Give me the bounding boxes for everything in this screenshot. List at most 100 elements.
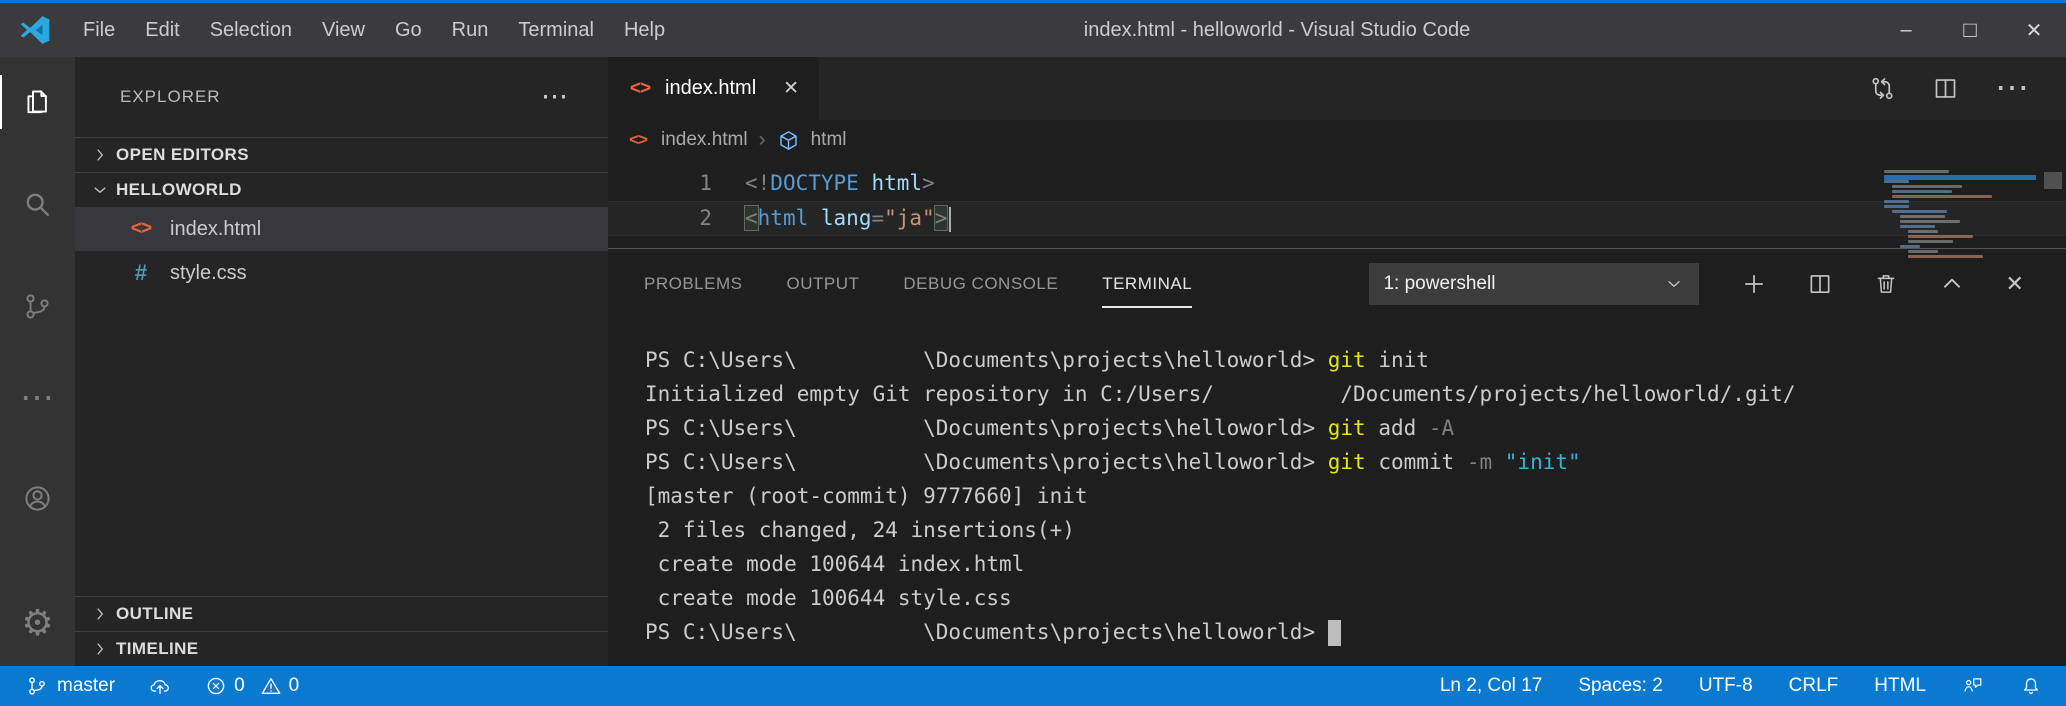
menu-file[interactable]: File xyxy=(68,3,130,57)
kill-terminal-icon[interactable] xyxy=(1873,271,1899,297)
title-bar: FileEditSelectionViewGoRunTerminalHelp i… xyxy=(0,3,2066,57)
status-encoding[interactable]: UTF-8 xyxy=(1699,675,1753,697)
terminal-text: Initialized empty Git repository in C:/U… xyxy=(645,382,1796,406)
status-label: master xyxy=(57,675,115,697)
status-notifications[interactable] xyxy=(2020,675,2042,697)
vscode-logo xyxy=(18,13,52,47)
window-controls: – □ ✕ xyxy=(1874,3,2066,57)
panel-tab-output[interactable]: OUTPUT xyxy=(786,249,859,319)
code-token: > xyxy=(922,171,935,195)
split-terminal-icon[interactable] xyxy=(1807,271,1833,297)
minimap-line-segment xyxy=(1884,205,1909,208)
status-feedback[interactable] xyxy=(1962,675,1984,697)
menu-help[interactable]: Help xyxy=(609,3,680,57)
close-panel-icon[interactable]: ✕ xyxy=(2005,273,2024,295)
editor-actions: ⋯ xyxy=(1869,57,2066,120)
status-label: HTML xyxy=(1874,675,1926,697)
activity-explorer[interactable] xyxy=(0,71,75,133)
editor-scrollbar-thumb[interactable] xyxy=(2044,172,2062,189)
open-changes-icon[interactable] xyxy=(1869,75,1896,102)
close-tab-icon[interactable]: ✕ xyxy=(783,77,799,100)
section-timeline[interactable]: TIMELINE xyxy=(75,631,608,666)
terminal-text: -A xyxy=(1429,416,1454,440)
editor-cursor xyxy=(949,207,951,232)
file-index-html[interactable]: <>index.html xyxy=(75,207,608,251)
status-cursor-position[interactable]: Ln 2, Col 17 xyxy=(1440,675,1542,697)
panel-tab-terminal[interactable]: TERMINAL xyxy=(1102,249,1192,319)
activity-more-actions[interactable]: ⋯ xyxy=(0,377,75,421)
menu-selection[interactable]: Selection xyxy=(195,3,307,57)
window-minimize-button[interactable]: – xyxy=(1874,3,1938,57)
code-line-2: 2<html lang="ja"> xyxy=(608,201,2066,236)
status-eol[interactable]: CRLF xyxy=(1789,675,1839,697)
section-outline[interactable]: OUTLINE xyxy=(75,596,608,631)
terminal-text: git xyxy=(1328,450,1366,474)
menu-terminal[interactable]: Terminal xyxy=(503,3,609,57)
activity-settings[interactable]: ⚙ xyxy=(0,592,75,654)
section-open-editors[interactable]: OPEN EDITORS xyxy=(75,137,608,172)
html-file-icon: <> xyxy=(626,130,650,150)
accounts-icon xyxy=(22,483,53,514)
menu-edit[interactable]: Edit xyxy=(130,3,194,57)
activity-accounts[interactable] xyxy=(0,467,75,529)
status-label: Ln 2, Col 17 xyxy=(1440,675,1542,697)
window-maximize-button[interactable]: □ xyxy=(1938,3,2002,57)
split-editor-icon[interactable] xyxy=(1932,75,1959,102)
terminal-text: create mode 100644 index.html xyxy=(645,552,1024,576)
breadcrumb-item-index-html[interactable]: index.html xyxy=(661,129,748,151)
window-close-icon: ✕ xyxy=(2026,18,2043,43)
menu-run[interactable]: Run xyxy=(437,3,504,57)
panel-tab-problems[interactable]: PROBLEMS xyxy=(644,249,742,319)
error-icon xyxy=(205,675,227,697)
window-minimize-icon: – xyxy=(1900,19,1911,42)
status-bar-left: master 00 xyxy=(0,675,305,697)
status-problems[interactable]: 00 xyxy=(205,675,305,697)
terminal-line: PS C:\Users\ \Documents\projects\hellowo… xyxy=(645,445,2066,479)
activity-search[interactable] xyxy=(0,173,75,235)
tab-index-html[interactable]: <>index.html✕ xyxy=(608,57,819,120)
window-close-button[interactable]: ✕ xyxy=(2002,3,2066,57)
minimap-line-segment xyxy=(1908,250,1938,253)
terminal-output[interactable]: PS C:\Users\ \Documents\projects\hellowo… xyxy=(608,319,2066,666)
minimap-line xyxy=(1884,240,2036,243)
terminal-cursor xyxy=(1328,620,1341,646)
status-git-branch[interactable]: master xyxy=(26,675,115,697)
status-part: 0 xyxy=(260,675,300,697)
chevron-down-icon xyxy=(1663,273,1685,295)
status-indentation[interactable]: Spaces: 2 xyxy=(1578,675,1663,697)
activity-source-control[interactable] xyxy=(0,275,75,337)
status-bar-right: Ln 2, Col 17 Spaces: 2 UTF-8 CRLF HTML xyxy=(1440,675,2066,697)
status-bar: master 00 Ln 2, Col 17 Spaces: 2 UTF-8 CRLF H… xyxy=(0,666,2066,706)
minimap-line xyxy=(1884,190,2036,193)
minimap-line-segment xyxy=(1892,190,1952,193)
menu-view[interactable]: View xyxy=(307,3,380,57)
terminal-text: git xyxy=(1328,416,1366,440)
terminal-line: create mode 100644 index.html xyxy=(645,547,2066,581)
symbol-tag-icon xyxy=(777,129,800,152)
terminal-text: 2 files changed, 24 insertions(+) xyxy=(645,518,1075,542)
maximize-panel-icon[interactable] xyxy=(1939,271,1965,297)
minimap[interactable] xyxy=(1884,170,2036,260)
terminal-text xyxy=(1492,450,1505,474)
minimap-line xyxy=(1884,235,2036,238)
terminal-line: 2 files changed, 24 insertions(+) xyxy=(645,513,2066,547)
menu-go[interactable]: Go xyxy=(380,3,437,57)
html-file-icon: <> xyxy=(127,218,155,240)
minimap-line xyxy=(1884,205,2036,208)
status-part-label: 0 xyxy=(289,675,300,697)
panel-tab-debug-console[interactable]: DEBUG CONSOLE xyxy=(903,249,1058,319)
new-terminal-icon[interactable] xyxy=(1741,271,1767,297)
minimap-line-segment xyxy=(1908,240,1953,243)
status-sync[interactable] xyxy=(149,675,171,697)
minimap-line xyxy=(1884,210,2036,213)
terminal-shell-select[interactable]: 1: powershell xyxy=(1369,263,1699,305)
breadcrumb-item-html[interactable]: html xyxy=(811,129,847,151)
panel-header: PROBLEMS OUTPUT DEBUG CONSOLE TERMINAL 1: p… xyxy=(608,249,2066,319)
minimap-line xyxy=(1884,215,2036,218)
status-language-mode[interactable]: HTML xyxy=(1874,675,1926,697)
file-style-css[interactable]: #style.css xyxy=(75,251,608,295)
sidebar-more-actions[interactable]: ⋯ xyxy=(541,90,568,104)
code-editor[interactable]: 1<!DOCTYPE html>2<html lang="ja"> xyxy=(608,160,2066,248)
more-actions-icon[interactable]: ⋯ xyxy=(1995,82,2030,96)
section-helloworld[interactable]: HELLOWORLD xyxy=(75,172,608,207)
